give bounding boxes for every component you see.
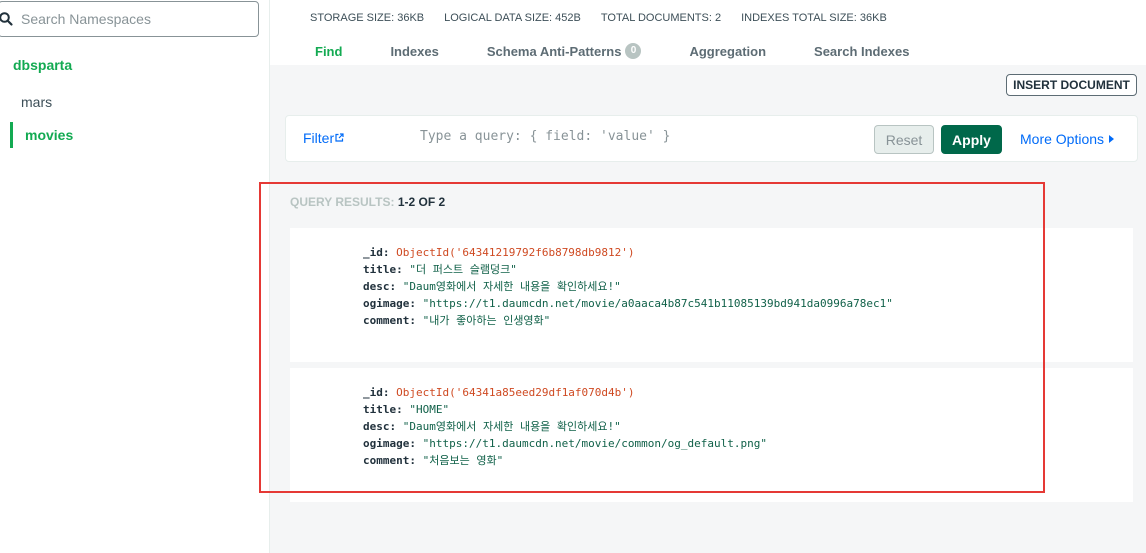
tab-label: Schema Anti-Patterns (486, 43, 622, 59)
tab-search-indexes[interactable]: Search Indexes (814, 43, 909, 59)
field-row-title: title: "더 퍼스트 슬램덩크" (363, 261, 893, 278)
field-value: "더 퍼스트 슬램덩크" (409, 263, 517, 276)
main-panel: STORAGE SIZE: 36KB LOGICAL DATA SIZE: 45… (270, 0, 1146, 553)
field-key: ogimage: (363, 297, 416, 310)
document-fields: _id: ObjectId('64341a85eed29df1af070d4b'… (363, 384, 767, 469)
collection-label: mars (21, 94, 53, 110)
field-key: desc: (363, 280, 397, 293)
field-value: ObjectId('64341a85eed29df1af070d4b') (396, 386, 635, 399)
insert-document-button[interactable]: INSERT DOCUMENT (1006, 74, 1137, 96)
field-value: "https://t1.daumcdn.net/movie/a0aaca4b87… (422, 297, 893, 310)
field-value: ObjectId('64341219792f6b8798db9812') (396, 246, 635, 259)
collection-header: STORAGE SIZE: 36KB LOGICAL DATA SIZE: 45… (270, 0, 1146, 65)
field-key: ogimage: (363, 437, 416, 450)
external-link-icon (335, 129, 344, 142)
collection-item-movies[interactable]: movies (10, 122, 73, 148)
tab-find[interactable]: Find (315, 43, 342, 59)
field-row-ogimage: ogimage: "https://t1.daumcdn.net/movie/c… (363, 435, 767, 452)
query-results-count: 1-2 OF 2 (397, 195, 446, 209)
field-value: "처음보는 영화" (422, 454, 504, 467)
collection-item-mars[interactable]: mars (10, 89, 52, 115)
field-key: comment: (363, 454, 416, 467)
filter-link[interactable]: Filter (303, 130, 344, 146)
collection-label: movies (25, 127, 74, 143)
filter-label-text: Filter (303, 130, 335, 146)
database-name[interactable]: dbsparta (13, 57, 72, 73)
namespace-search-input[interactable] (21, 11, 241, 27)
collection-stats: STORAGE SIZE: 36KB LOGICAL DATA SIZE: 45… (310, 12, 887, 24)
tab-indexes[interactable]: Indexes (390, 43, 438, 59)
field-row-title: title: "HOME" (363, 401, 767, 418)
filter-bar: Filter Reset Apply More Options (285, 115, 1138, 162)
field-row-id: _id: ObjectId('64341a85eed29df1af070d4b'… (363, 384, 767, 401)
more-options-button[interactable]: More Options (1020, 131, 1115, 147)
document-card[interactable]: _id: ObjectId('64341219792f6b8798db9812'… (290, 228, 1133, 362)
indexes-total-size-stat: INDEXES TOTAL SIZE: 36KB (741, 12, 887, 24)
storage-size-stat: STORAGE SIZE: 36KB (310, 12, 425, 24)
query-results-label: QUERY RESULTS: (290, 195, 395, 209)
tab-aggregation[interactable]: Aggregation (689, 43, 766, 59)
field-key: _id: (363, 246, 390, 259)
namespace-search-box[interactable] (0, 1, 259, 37)
logical-data-size-stat: LOGICAL DATA SIZE: 452B (444, 12, 581, 24)
anti-patterns-count-badge: 0 (625, 43, 642, 59)
field-key: _id: (363, 386, 390, 399)
total-documents-stat: TOTAL DOCUMENTS: 2 (600, 12, 722, 24)
caret-right-icon (1109, 135, 1115, 143)
sidebar: dbsparta mars movies (0, 0, 270, 553)
field-row-desc: desc: "Daum영화에서 자세한 내용을 확인하세요!" (363, 278, 893, 295)
query-results-header: QUERY RESULTS: 1-2 OF 2 (290, 195, 445, 209)
field-value: "Daum영화에서 자세한 내용을 확인하세요!" (402, 280, 621, 293)
field-value: "https://t1.daumcdn.net/movie/common/og_… (422, 437, 767, 450)
field-row-desc: desc: "Daum영화에서 자세한 내용을 확인하세요!" (363, 418, 767, 435)
search-icon (0, 11, 15, 27)
document-card[interactable]: _id: ObjectId('64341a85eed29df1af070d4b'… (290, 368, 1133, 502)
reset-button[interactable]: Reset (874, 125, 934, 154)
field-key: desc: (363, 420, 397, 433)
field-value: "내가 좋아하는 인생영화" (422, 314, 551, 327)
more-options-label: More Options (1020, 131, 1105, 147)
query-filter-input[interactable] (420, 129, 860, 144)
field-row-ogimage: ogimage: "https://t1.daumcdn.net/movie/a… (363, 295, 893, 312)
apply-button[interactable]: Apply (941, 125, 1002, 154)
field-key: title: (363, 403, 403, 416)
field-value: "HOME" (409, 403, 450, 416)
collection-tabs: Find Indexes Schema Anti-Patterns 0 Aggr… (315, 43, 957, 59)
field-key: comment: (363, 314, 416, 327)
document-fields: _id: ObjectId('64341219792f6b8798db9812'… (363, 244, 893, 329)
field-row-comment: comment: "처음보는 영화" (363, 452, 767, 469)
field-row-id: _id: ObjectId('64341219792f6b8798db9812'… (363, 244, 893, 261)
field-row-comment: comment: "내가 좋아하는 인생영화" (363, 312, 893, 329)
field-value: "Daum영화에서 자세한 내용을 확인하세요!" (402, 420, 621, 433)
field-key: title: (363, 263, 403, 276)
tab-schema-anti-patterns[interactable]: Schema Anti-Patterns 0 (487, 43, 642, 59)
